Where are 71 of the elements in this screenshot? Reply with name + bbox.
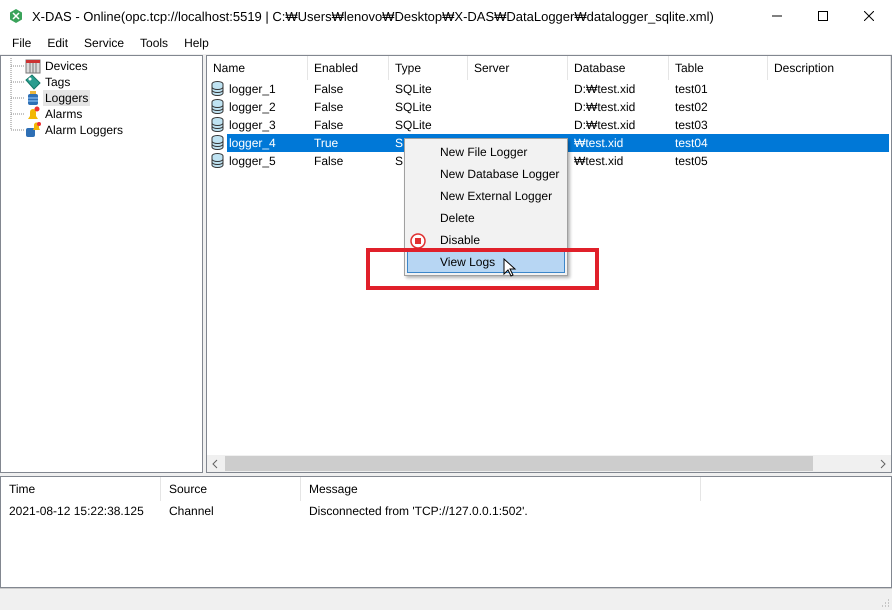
menu-item[interactable]: Edit [39, 32, 76, 54]
table-cell[interactable]: logger_3 [227, 116, 308, 134]
database-icon [211, 81, 224, 96]
table-cell-text: D:₩test.xid [573, 99, 636, 116]
menu-item[interactable]: Help [176, 32, 217, 54]
table-cell-text: test02 [674, 99, 709, 116]
context-menu-item[interactable]: Delete [407, 207, 565, 229]
column-header[interactable]: Name [207, 56, 308, 80]
column-header[interactable]: Server [468, 56, 568, 80]
table-cell: True [308, 134, 389, 152]
column-header[interactable]: Type [389, 56, 468, 80]
tree-item[interactable]: Alarms [43, 106, 84, 122]
app-logo-icon [8, 8, 24, 24]
table-cell[interactable]: logger_4 [227, 134, 308, 152]
database-icon [211, 117, 224, 132]
database-icon [25, 90, 41, 106]
table-cell[interactable]: logger_1 [227, 80, 308, 98]
database-icon [211, 135, 224, 150]
column-header[interactable]: Message [301, 477, 701, 501]
table-cell-text: Disconnected from 'TCP://127.0.0.1:502'. [308, 503, 529, 520]
table-cell-text: False [313, 153, 344, 170]
column-header[interactable]: Description [768, 56, 891, 80]
menu-item[interactable]: Service [76, 32, 132, 54]
tree-item[interactable]: Tags [43, 74, 72, 90]
window-title: X-DAS - Online(opc.tcp://localhost:5519 | C:₩Users₩lenovo₩Desktop₩X-DAS₩DataLogger₩datalogger_sqlite.xml) [32, 8, 715, 24]
table-cell-text: D:₩test.xid [573, 117, 636, 134]
column-header[interactable]: Enabled [308, 56, 389, 80]
bell-icon [25, 106, 41, 122]
table-cell-text: False [313, 99, 344, 116]
tree-item[interactable]: Alarm Loggers [43, 122, 126, 138]
table-cell-text: test01 [674, 81, 709, 98]
tree-item[interactable]: Devices [43, 58, 90, 74]
menu-item[interactable]: File [4, 32, 40, 54]
column-header[interactable]: Table [669, 56, 768, 80]
table-cell: ₩test.xid [568, 134, 669, 152]
table-cell-text: False [313, 117, 344, 134]
table-cell[interactable]: logger_5 [227, 152, 308, 170]
table-cell-text: SQLite [394, 117, 433, 134]
table-cell[interactable]: logger_2 [227, 98, 308, 116]
context-menu-item[interactable]: Disable [407, 229, 565, 251]
resize-grip-icon [880, 598, 890, 608]
grid-icon [25, 58, 41, 74]
cursor-icon [503, 258, 517, 278]
column-header[interactable]: Time [1, 477, 161, 501]
table-cell-text: 2021-08-12 15:22:38.125 [8, 503, 145, 520]
horizontal-scrollbar[interactable] [207, 455, 891, 472]
tree-line [9, 74, 25, 90]
close-icon [864, 11, 874, 21]
table-cell-text: Channel [168, 503, 215, 520]
context-menu-item[interactable]: New External Logger [407, 185, 565, 207]
table-cell-text: D:₩test.xid [573, 81, 636, 98]
menu-item[interactable]: Tools [132, 32, 176, 54]
database-icon [211, 99, 224, 114]
table-cell-text: SQLite [394, 99, 433, 116]
tree-line [9, 58, 25, 74]
table-cell-text: test03 [674, 117, 709, 134]
maximize-icon [818, 11, 828, 21]
table-cell: test04 [669, 134, 768, 152]
column-header[interactable]: Source [161, 477, 301, 501]
column-header[interactable]: Database [568, 56, 669, 80]
context-menu-item[interactable]: New Database Logger [407, 163, 565, 185]
tag-icon [25, 74, 41, 90]
context-menu-item[interactable]: View Logs [407, 251, 565, 273]
tree-line [9, 90, 25, 106]
tree-item[interactable]: Loggers [43, 90, 90, 106]
table-cell-text: ₩test.xid [573, 153, 624, 170]
table-cell-text: test05 [674, 153, 709, 170]
table-cell-text: SQLite [394, 81, 433, 98]
table-cell-text: False [313, 81, 344, 98]
database-bell-icon [25, 122, 41, 138]
database-icon [211, 153, 224, 168]
